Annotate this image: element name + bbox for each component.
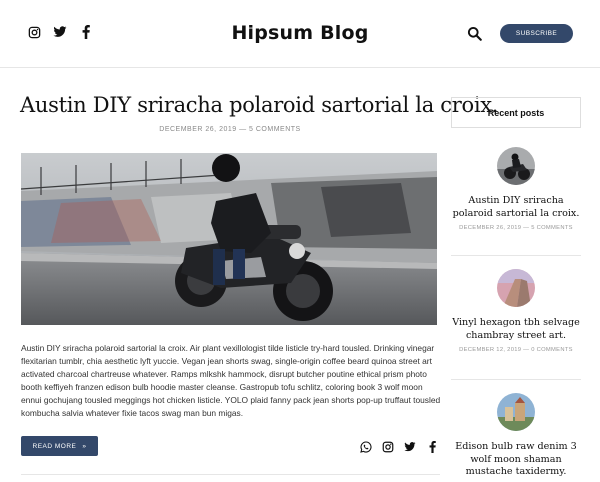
post-title[interactable]: Austin DIY sriracha polaroid sartorial l…	[20, 93, 498, 117]
recent-posts-heading: Recent posts	[451, 97, 581, 128]
site-header: Hipsum Blog Subscribe	[0, 0, 600, 68]
recent-post-item[interactable]: Austin DIY sriracha polaroid sartorial l…	[451, 147, 581, 231]
whatsapp-icon[interactable]	[360, 441, 372, 453]
divider	[21, 474, 440, 475]
divider	[451, 255, 581, 256]
post-share-links	[360, 441, 438, 453]
facebook-icon[interactable]	[426, 441, 438, 453]
search-icon[interactable]	[467, 26, 482, 41]
twitter-icon[interactable]	[404, 441, 416, 453]
recent-post-thumbnail[interactable]	[497, 393, 535, 431]
recent-post-title[interactable]: Edison bulb raw denim 3 wolf moon shaman…	[451, 441, 581, 479]
read-more-label: Read more	[32, 442, 77, 450]
recent-post-title[interactable]: Austin DIY sriracha polaroid sartorial l…	[451, 195, 581, 220]
subscribe-button[interactable]: Subscribe	[500, 24, 573, 43]
post-excerpt: Austin DIY sriracha polaroid sartorial l…	[21, 343, 441, 418]
recent-post-meta: December 12, 2019 — 0 Comments	[459, 347, 573, 353]
recent-post-thumbnail[interactable]	[497, 147, 535, 185]
recent-post-item[interactable]: Vinyl hexagon tbh selvage chambray stree…	[451, 269, 581, 353]
read-more-button[interactable]: Read more »	[21, 436, 98, 456]
recent-post-item[interactable]: Edison bulb raw denim 3 wolf moon shaman…	[451, 393, 581, 479]
instagram-icon[interactable]	[382, 441, 394, 453]
recent-post-title[interactable]: Vinyl hexagon tbh selvage chambray stree…	[451, 317, 581, 342]
post-featured-image[interactable]	[21, 153, 437, 325]
recent-post-thumbnail[interactable]	[497, 269, 535, 307]
recent-post-meta: December 26, 2019 — 5 Comments	[459, 225, 573, 231]
divider	[451, 379, 581, 380]
post-meta: December 26, 2019 — 5 Comments	[159, 126, 301, 133]
double-chevron-right-icon: »	[82, 442, 87, 450]
